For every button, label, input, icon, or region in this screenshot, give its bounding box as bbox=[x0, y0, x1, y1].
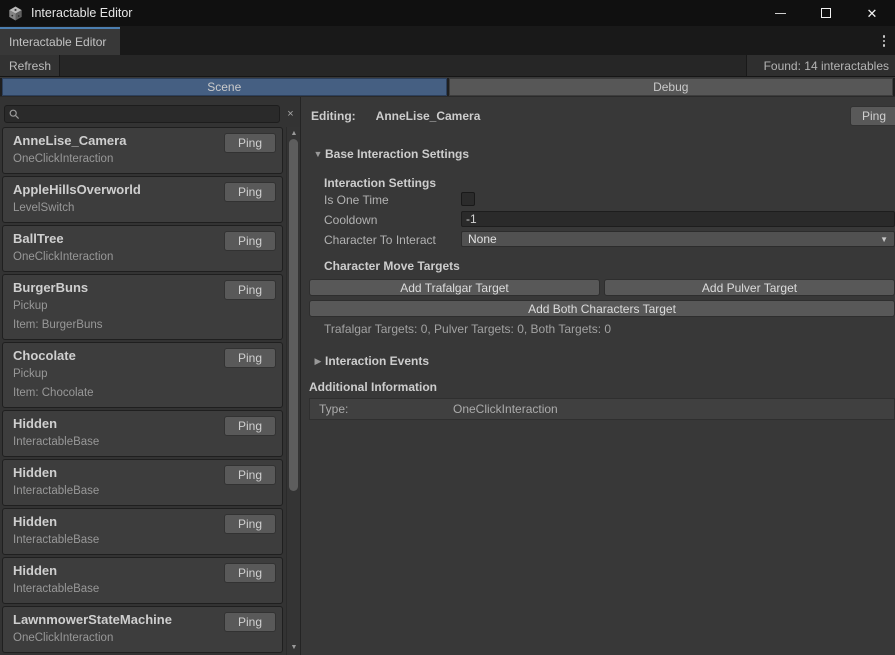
list-item[interactable]: BurgerBunsPingPickupItem: BurgerBuns bbox=[2, 274, 283, 340]
found-count-label: Found: 14 interactables bbox=[746, 55, 895, 76]
doc-tab-bar: Interactable Editor bbox=[0, 26, 895, 55]
cooldown-label: Cooldown bbox=[324, 213, 377, 227]
list-item[interactable]: AnneLise_CameraPingOneClickInteraction bbox=[2, 127, 283, 174]
ping-button[interactable]: Ping bbox=[224, 231, 276, 251]
maximize-icon bbox=[821, 8, 831, 18]
interaction-events-label: Interaction Events bbox=[325, 354, 429, 368]
type-value: OneClickInteraction bbox=[453, 402, 558, 416]
close-button[interactable]: ✕ bbox=[849, 0, 895, 26]
type-row: Type: OneClickInteraction bbox=[309, 398, 895, 420]
type-label: Type: bbox=[319, 402, 453, 416]
list-scrollbar[interactable]: ▲ ▼ bbox=[286, 127, 300, 655]
view-tab-bar: Scene Debug bbox=[0, 78, 895, 97]
scene-list-panel: × AnneLise_CameraPingOneClickInteraction… bbox=[0, 97, 301, 655]
editing-ping-button[interactable]: Ping bbox=[850, 106, 895, 126]
character-to-interact-label: Character To Interact bbox=[324, 233, 436, 247]
is-one-time-label: Is One Time bbox=[324, 193, 389, 207]
cooldown-input[interactable] bbox=[461, 211, 895, 227]
interactable-editor-window: Interactable Editor ✕ Interactable Edito… bbox=[0, 0, 895, 655]
ping-button[interactable]: Ping bbox=[224, 348, 276, 368]
ping-button[interactable]: Ping bbox=[224, 612, 276, 632]
editing-value: AnneLise_Camera bbox=[376, 109, 481, 123]
tab-debug[interactable]: Debug bbox=[449, 78, 894, 96]
cooldown-row: Cooldown bbox=[302, 211, 895, 228]
additional-information-header: Additional Information bbox=[302, 379, 895, 394]
foldout-open-icon: ▼ bbox=[311, 149, 325, 159]
refresh-button[interactable]: Refresh bbox=[0, 55, 60, 76]
chevron-down-icon: ▼ bbox=[880, 235, 888, 244]
character-to-interact-dropdown[interactable]: None ▼ bbox=[461, 231, 895, 247]
editing-header: Editing: AnneLise_Camera Ping bbox=[302, 106, 895, 126]
targets-summary: Trafalgar Targets: 0, Pulver Targets: 0,… bbox=[302, 321, 895, 336]
search-row: × bbox=[0, 97, 300, 125]
list-item[interactable]: AppleHillsOverworldPingLevelSwitch bbox=[2, 176, 283, 223]
dropdown-value: None bbox=[468, 232, 497, 246]
scroll-down-icon[interactable]: ▼ bbox=[287, 641, 301, 653]
minimize-icon bbox=[775, 13, 786, 14]
ping-button[interactable]: Ping bbox=[224, 133, 276, 153]
scrollbar-thumb[interactable] bbox=[289, 139, 298, 491]
kebab-menu-icon[interactable] bbox=[877, 32, 891, 50]
search-icon bbox=[9, 109, 20, 120]
list-item[interactable]: HiddenPingInteractableBase bbox=[2, 410, 283, 457]
ping-button[interactable]: Ping bbox=[224, 465, 276, 485]
ping-button[interactable]: Ping bbox=[224, 182, 276, 202]
interaction-settings-header: Interaction Settings bbox=[302, 175, 895, 190]
list-item[interactable]: ChocolatePingPickupItem: Chocolate bbox=[2, 342, 283, 408]
is-one-time-row: Is One Time bbox=[302, 192, 895, 207]
item-detail: Item: Chocolate bbox=[13, 384, 272, 403]
list-item[interactable]: HiddenPingInteractableBase bbox=[2, 557, 283, 604]
interactable-list: AnneLise_CameraPingOneClickInteractionAp… bbox=[2, 127, 283, 655]
window-controls: ✕ bbox=[757, 0, 895, 26]
list-item[interactable]: BallTreePingOneClickInteraction bbox=[2, 225, 283, 272]
window-title: Interactable Editor bbox=[31, 6, 132, 20]
is-one-time-checkbox[interactable] bbox=[461, 192, 475, 206]
list-item[interactable]: HiddenPingInteractableBase bbox=[2, 459, 283, 506]
close-icon: ✕ bbox=[867, 7, 878, 20]
base-interaction-settings-foldout[interactable]: ▼ Base Interaction Settings bbox=[302, 146, 895, 162]
interaction-events-foldout[interactable]: ▶ Interaction Events bbox=[302, 353, 895, 369]
search-field[interactable] bbox=[4, 105, 280, 123]
editor-panel: Editing: AnneLise_Camera Ping ▼ Base Int… bbox=[302, 97, 895, 655]
search-clear-button[interactable]: × bbox=[283, 105, 298, 123]
editing-label: Editing: bbox=[311, 109, 356, 123]
unity-cube-icon bbox=[8, 6, 23, 21]
foldout-closed-icon: ▶ bbox=[311, 356, 325, 367]
scroll-up-icon[interactable]: ▲ bbox=[287, 127, 301, 139]
item-detail: Item: BurgerBuns bbox=[13, 316, 272, 335]
minimize-button[interactable] bbox=[757, 0, 803, 26]
base-foldout-label: Base Interaction Settings bbox=[325, 147, 469, 161]
title-bar: Interactable Editor ✕ bbox=[0, 0, 895, 26]
search-input[interactable] bbox=[20, 106, 279, 122]
add-both-row: Add Both Characters Target bbox=[302, 300, 895, 317]
character-to-interact-row: Character To Interact None ▼ bbox=[302, 231, 895, 248]
ping-button[interactable]: Ping bbox=[224, 280, 276, 300]
ping-button[interactable]: Ping bbox=[224, 514, 276, 534]
ping-button[interactable]: Ping bbox=[224, 563, 276, 583]
doc-tab-label: Interactable Editor bbox=[9, 35, 106, 49]
add-trafalgar-target-button[interactable]: Add Trafalgar Target bbox=[309, 279, 600, 296]
toolbar: Refresh Found: 14 interactables bbox=[0, 55, 895, 77]
tab-scene[interactable]: Scene bbox=[2, 78, 447, 96]
target-buttons-row: Add Trafalgar Target Add Pulver Target bbox=[302, 279, 895, 296]
ping-button[interactable]: Ping bbox=[224, 416, 276, 436]
list-item[interactable]: HiddenPingInteractableBase bbox=[2, 508, 283, 555]
add-pulver-target-button[interactable]: Add Pulver Target bbox=[604, 279, 895, 296]
list-item[interactable]: LawnmowerStateMachinePingOneClickInterac… bbox=[2, 606, 283, 653]
add-both-characters-target-button[interactable]: Add Both Characters Target bbox=[309, 300, 895, 317]
tab-interactable-editor[interactable]: Interactable Editor bbox=[0, 27, 120, 55]
character-move-targets-header: Character Move Targets bbox=[302, 258, 895, 273]
maximize-button[interactable] bbox=[803, 0, 849, 26]
